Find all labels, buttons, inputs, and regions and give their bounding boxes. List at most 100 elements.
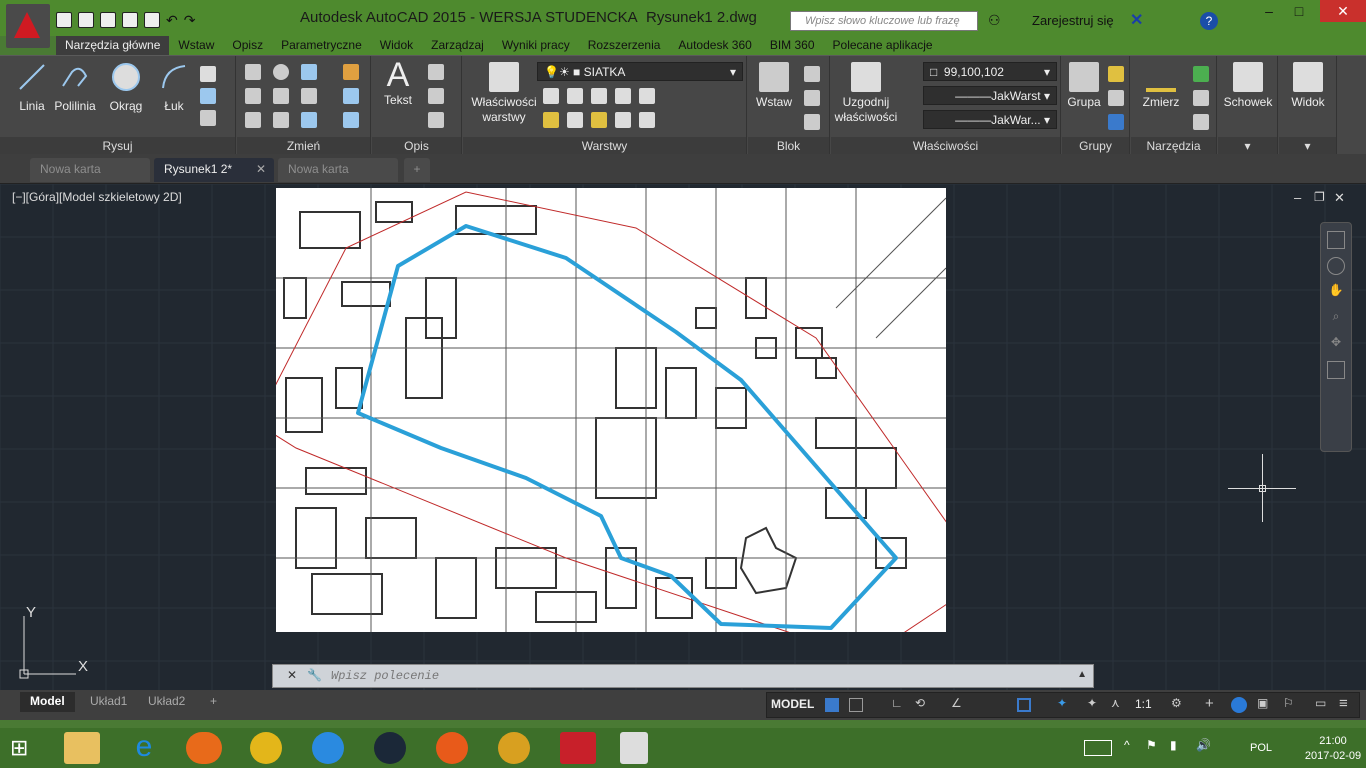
- model-space[interactable]: [−][Góra][Model szkieletowy 2D] – ❐ ✕ ✋ …: [0, 184, 1366, 690]
- tab-insert[interactable]: Wstaw: [169, 36, 223, 56]
- add-layout-icon[interactable]: +: [200, 692, 227, 712]
- media-icon[interactable]: [498, 732, 530, 764]
- panel-annotation-title[interactable]: Opis: [372, 137, 461, 155]
- group-edit-icon[interactable]: [1108, 90, 1124, 106]
- erase-icon[interactable]: [343, 64, 359, 80]
- binoculars-icon[interactable]: ⚇: [988, 12, 1001, 29]
- tab-layout2[interactable]: Układ2: [138, 692, 195, 712]
- mirror-icon[interactable]: [273, 88, 289, 104]
- zoom-icon[interactable]: ⌕: [1327, 309, 1345, 327]
- tab-view[interactable]: Widok: [371, 36, 422, 56]
- annotation-visibility-icon[interactable]: ✦: [1057, 696, 1067, 710]
- layer-freeze-icon[interactable]: [591, 88, 607, 104]
- system-clock[interactable]: 21:00 2017-02-09: [1300, 734, 1366, 764]
- dimension-icon[interactable]: [428, 64, 444, 80]
- group-select-icon[interactable]: [1108, 114, 1124, 130]
- viewcube-icon[interactable]: [1327, 231, 1345, 249]
- command-history-icon[interactable]: ▲: [1077, 669, 1087, 680]
- viewport-close-icon[interactable]: ✕: [1334, 190, 1345, 206]
- tab-layout1[interactable]: Układ1: [80, 692, 137, 712]
- fullscreen-icon[interactable]: ▭: [1315, 696, 1326, 710]
- array-icon[interactable]: [301, 112, 317, 128]
- tab-a360[interactable]: Autodesk 360: [669, 36, 760, 56]
- insert-block-button[interactable]: Wstaw: [752, 62, 796, 110]
- layer-iso-icon[interactable]: [543, 88, 559, 104]
- layer-unlock-icon[interactable]: [615, 112, 631, 128]
- region-icon[interactable]: [200, 110, 216, 126]
- quick-select-icon[interactable]: [1193, 66, 1209, 82]
- model-space-button[interactable]: MODEL: [771, 697, 814, 711]
- panel-view-expand[interactable]: ▾: [1279, 137, 1336, 155]
- orbit-icon[interactable]: ✥: [1327, 335, 1345, 353]
- panel-clipboard-expand[interactable]: ▾: [1218, 137, 1277, 155]
- close-command-icon[interactable]: ✕: [287, 668, 297, 682]
- save-as-icon[interactable]: [122, 12, 138, 28]
- navigation-bar[interactable]: ✋ ⌕ ✥: [1320, 222, 1352, 452]
- steering-wheel-icon[interactable]: [1327, 257, 1345, 275]
- tab-addins[interactable]: Rozszerzenia: [579, 36, 670, 56]
- panel-draw-title[interactable]: Rysuj: [0, 137, 235, 155]
- explode-icon[interactable]: [343, 88, 359, 104]
- flag-icon[interactable]: ⚑: [1146, 738, 1157, 752]
- ungroup-icon[interactable]: [1108, 66, 1124, 82]
- notepad-taskbar-icon[interactable]: [620, 732, 648, 764]
- wrench-icon[interactable]: 🔧: [307, 668, 322, 682]
- showmotion-icon[interactable]: [1327, 361, 1345, 379]
- create-block-icon[interactable]: [804, 66, 820, 82]
- layer-match-icon[interactable]: [567, 88, 583, 104]
- layer-dropdown[interactable]: 💡☀ ■ SIATKA ▾: [537, 62, 743, 81]
- annotation-scale-icon[interactable]: ⋏: [1111, 696, 1120, 710]
- help-icon[interactable]: ?: [1200, 12, 1218, 30]
- redo-icon[interactable]: ↷: [184, 12, 196, 29]
- fillet-icon[interactable]: [301, 88, 317, 104]
- start-icon[interactable]: ⊞: [10, 736, 36, 762]
- isolate-objects-icon[interactable]: [1231, 697, 1247, 713]
- match-properties-button[interactable]: Uzgodnij właściwości: [833, 62, 899, 125]
- color-dropdown[interactable]: □ 99,100,102 ▾: [923, 62, 1057, 81]
- scale-icon[interactable]: [273, 112, 289, 128]
- linetype-dropdown[interactable]: ———JakWarst ▾: [923, 86, 1057, 105]
- table-icon[interactable]: [428, 112, 444, 128]
- layer-walk-icon[interactable]: [567, 112, 583, 128]
- autocad-taskbar-icon[interactable]: [560, 732, 596, 764]
- layer-merge-icon[interactable]: [639, 112, 655, 128]
- open-file-icon[interactable]: [78, 12, 94, 28]
- customization-icon[interactable]: ≡: [1339, 695, 1348, 712]
- panel-utilities-title[interactable]: Narzędzia: [1131, 137, 1216, 155]
- workspace-gear-icon[interactable]: ⚙: [1171, 696, 1182, 710]
- minimize-button[interactable]: –: [1254, 0, 1284, 22]
- block-attributes-icon[interactable]: [804, 114, 820, 130]
- trim-icon[interactable]: [301, 64, 317, 80]
- hardware-acceleration-icon[interactable]: ▣: [1257, 696, 1268, 710]
- layer-lock-icon[interactable]: [615, 88, 631, 104]
- steam-icon[interactable]: [374, 732, 406, 764]
- edit-block-icon[interactable]: [804, 90, 820, 106]
- tab-home[interactable]: Narzędzia główne: [56, 36, 170, 56]
- drawing-area[interactable]: [276, 188, 946, 632]
- search-input[interactable]: Wpisz słowo kluczowe lub frazę: [790, 11, 978, 31]
- arc-button[interactable]: Łuk: [154, 62, 194, 114]
- tab-featured-apps[interactable]: Polecane aplikacje: [824, 36, 942, 56]
- print-icon[interactable]: [144, 12, 160, 28]
- ortho-icon[interactable]: ∟: [891, 696, 903, 710]
- clean-screen-icon[interactable]: ⚐: [1283, 696, 1294, 710]
- input-language[interactable]: POL: [1250, 742, 1272, 754]
- polar-icon[interactable]: ⟲: [915, 696, 925, 710]
- clipboard-button[interactable]: Schowek: [1220, 62, 1276, 110]
- doc-tab-new-1[interactable]: Nowa karta: [30, 158, 150, 182]
- snap-icon[interactable]: [849, 698, 863, 712]
- internet-explorer-icon[interactable]: e: [126, 732, 162, 764]
- lineweight-dropdown[interactable]: ———JakWar... ▾: [923, 110, 1057, 129]
- network-icon[interactable]: ▮: [1170, 738, 1177, 752]
- maximize-button[interactable]: □: [1284, 0, 1314, 22]
- polyline-button[interactable]: Polilinia: [52, 62, 98, 114]
- stretch-icon[interactable]: [245, 112, 261, 128]
- new-file-icon[interactable]: [56, 12, 72, 28]
- doc-tab-new-2[interactable]: Nowa karta: [278, 158, 398, 182]
- close-button[interactable]: ✕: [1320, 0, 1366, 22]
- keyboard-icon[interactable]: [1084, 740, 1112, 756]
- tab-bim360[interactable]: BIM 360: [761, 36, 824, 56]
- volume-icon[interactable]: 🔊: [1196, 738, 1211, 752]
- panel-layers-title[interactable]: Warstwy: [463, 137, 746, 155]
- viewport-controls[interactable]: [−][Góra][Model szkieletowy 2D]: [12, 190, 182, 204]
